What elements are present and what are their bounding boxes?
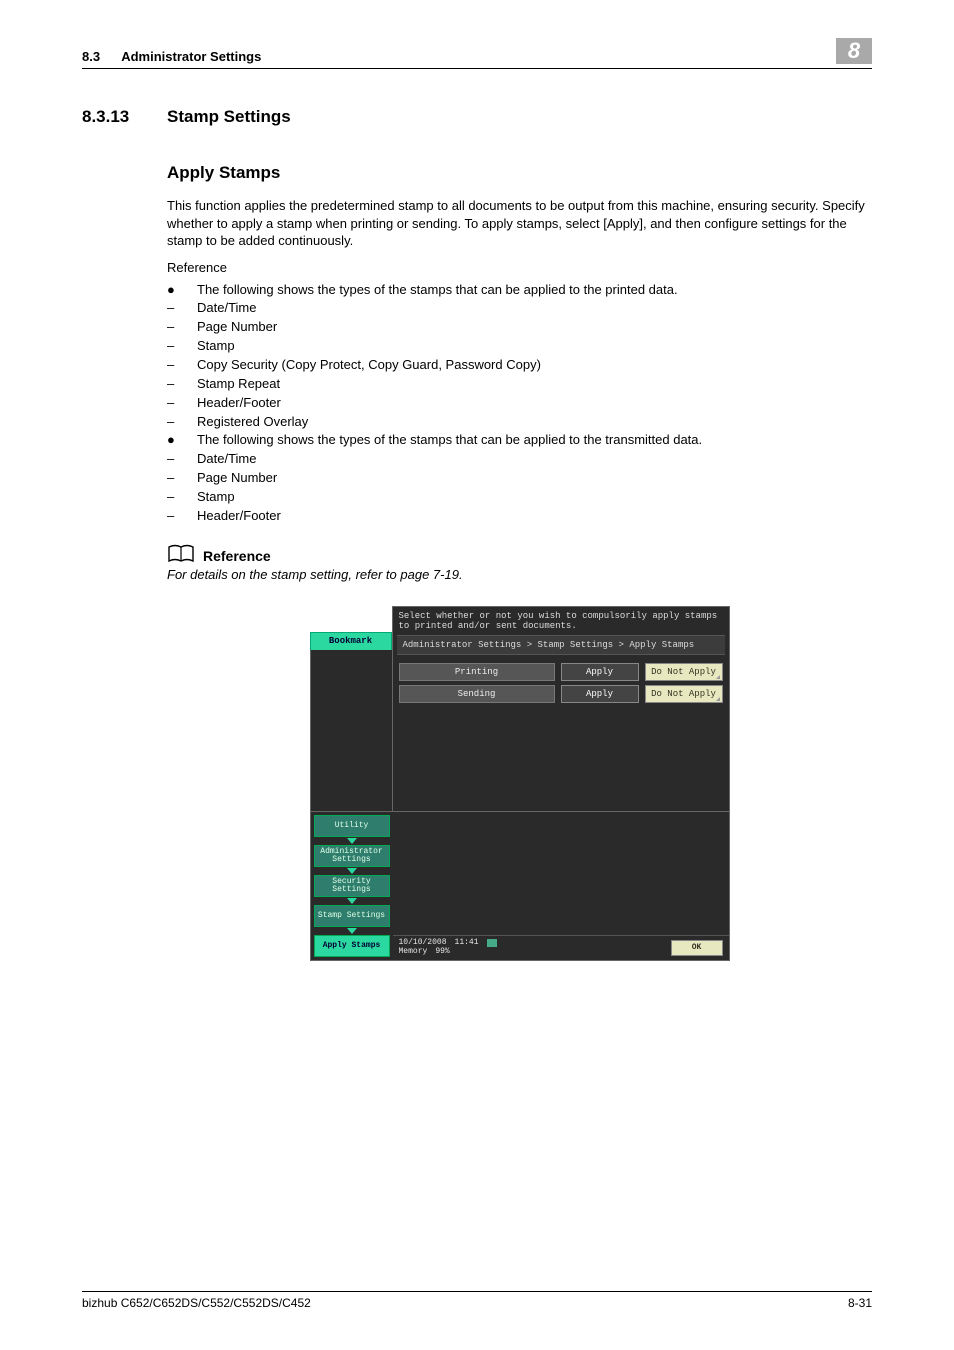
chapter-badge: 8 xyxy=(836,38,872,64)
reference-block: Reference xyxy=(167,544,872,564)
list-item: Date/Time xyxy=(197,299,256,318)
nav-apply-stamps[interactable]: Apply Stamps xyxy=(314,935,390,957)
nav-sidebar: Utility Administrator Settings Security … xyxy=(311,812,393,960)
chevron-down-icon xyxy=(314,898,390,904)
nav-security-settings[interactable]: Security Settings xyxy=(314,875,390,897)
apply-button[interactable]: Apply xyxy=(561,685,639,703)
subsection-title: Apply Stamps xyxy=(167,163,872,183)
reference-label: Reference xyxy=(167,260,872,275)
book-icon xyxy=(167,544,195,564)
list-item: The following shows the types of the sta… xyxy=(197,431,702,450)
footer-model: bizhub C652/C652DS/C552/C552DS/C452 xyxy=(82,1296,311,1310)
section-heading: 8.3.13 Stamp Settings xyxy=(82,107,872,127)
option-label: Sending xyxy=(399,685,555,703)
reference-block-text: For details on the stamp setting, refer … xyxy=(167,567,872,582)
reference-block-title: Reference xyxy=(203,548,271,564)
bookmark-tab[interactable]: Bookmark xyxy=(310,632,392,650)
section-number: 8.3.13 xyxy=(82,107,167,127)
nav-admin-settings[interactable]: Administrator Settings xyxy=(314,845,390,867)
option-row-printing: Printing Apply Do Not Apply xyxy=(399,663,723,681)
header-section-number: 8.3 xyxy=(82,49,100,64)
intro-paragraph: This function applies the predetermined … xyxy=(167,197,872,250)
option-row-sending: Sending Apply Do Not Apply xyxy=(399,685,723,703)
do-not-apply-button[interactable]: Do Not Apply xyxy=(645,685,723,703)
chevron-down-icon xyxy=(314,838,390,844)
status-bar: 10/10/2008 11:41 Memory 99% OK xyxy=(393,935,729,960)
list-item: Stamp xyxy=(197,488,235,507)
header-left: 8.3 Administrator Settings xyxy=(82,49,261,64)
apply-button[interactable]: Apply xyxy=(561,663,639,681)
instruction-text: Select whether or not you wish to compul… xyxy=(393,607,729,635)
list-item: Page Number xyxy=(197,318,277,337)
chevron-down-icon xyxy=(314,868,390,874)
header-section-title: Administrator Settings xyxy=(121,49,261,64)
status-time: 11:41 xyxy=(455,939,479,948)
status-memory-value: 99% xyxy=(435,948,449,957)
list-item: Header/Footer xyxy=(197,507,281,526)
status-memory-label: Memory xyxy=(399,948,428,957)
list-item: Header/Footer xyxy=(197,394,281,413)
page-footer: bizhub C652/C652DS/C552/C552DS/C452 8-31 xyxy=(82,1291,872,1310)
list-item: Date/Time xyxy=(197,450,256,469)
option-label: Printing xyxy=(399,663,555,681)
list-item: Page Number xyxy=(197,469,277,488)
device-screenshot: Bookmark Select whether or not you wish … xyxy=(310,606,730,961)
nav-stamp-settings[interactable]: Stamp Settings xyxy=(314,905,390,927)
list-item: Stamp Repeat xyxy=(197,375,280,394)
list-item: Registered Overlay xyxy=(197,413,308,432)
list-item: The following shows the types of the sta… xyxy=(197,281,678,300)
ok-button[interactable]: OK xyxy=(671,940,723,956)
chevron-down-icon xyxy=(314,928,390,934)
section-title: Stamp Settings xyxy=(167,107,291,127)
breadcrumb: Administrator Settings > Stamp Settings … xyxy=(397,635,725,655)
page-header: 8.3 Administrator Settings 8 xyxy=(82,38,872,69)
nav-utility[interactable]: Utility xyxy=(314,815,390,837)
print-stamps-list: ●The following shows the types of the st… xyxy=(167,281,872,526)
memory-icon xyxy=(487,939,497,947)
do-not-apply-button[interactable]: Do Not Apply xyxy=(645,663,723,681)
list-item: Stamp xyxy=(197,337,235,356)
list-item: Copy Security (Copy Protect, Copy Guard,… xyxy=(197,356,541,375)
footer-page-number: 8-31 xyxy=(848,1296,872,1310)
